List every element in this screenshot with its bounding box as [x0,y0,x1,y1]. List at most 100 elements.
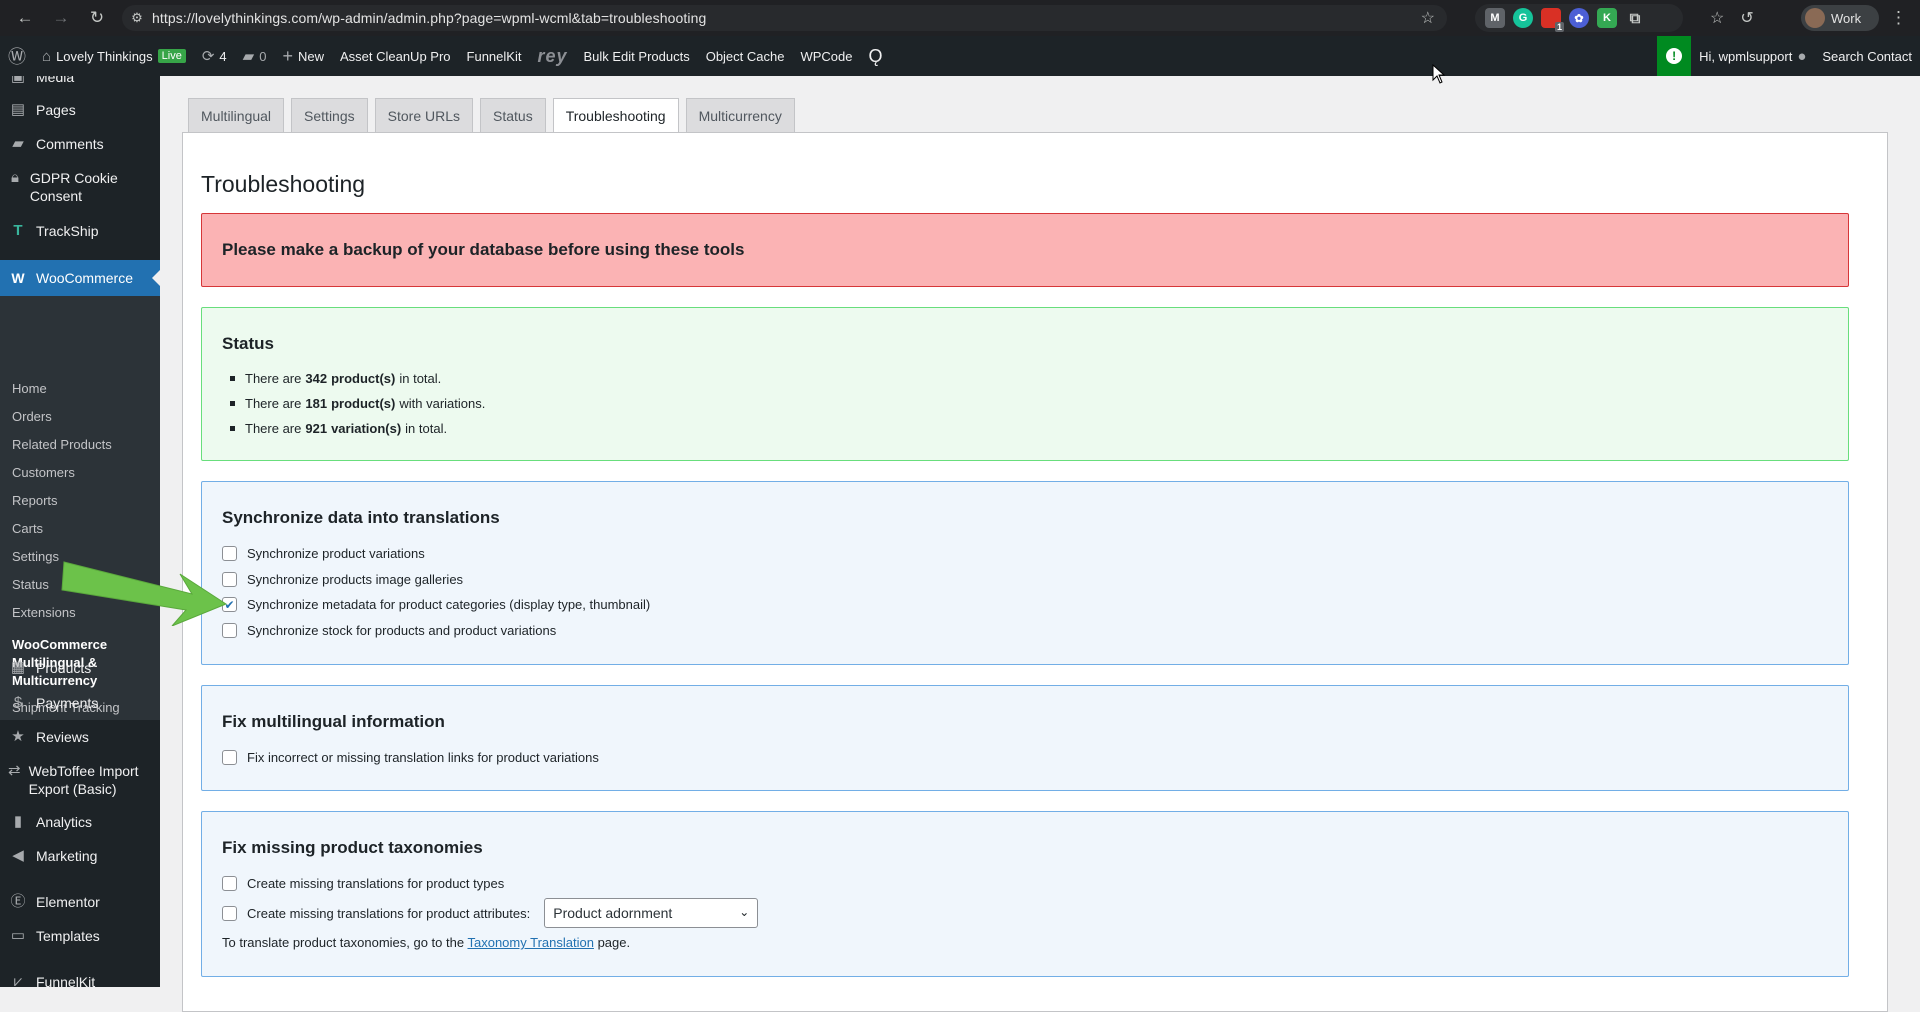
tab-status[interactable]: Status [480,98,546,132]
sidebar-item-elementor[interactable]: Ⓔ Elementor [0,893,160,911]
import-export-icon: ⇄ [8,762,21,779]
sync-variations-option[interactable]: Synchronize product variations [222,546,425,561]
analytics-icon: ▮ [13,813,23,830]
extension-badge: 1 [1554,22,1564,32]
product-attributes-checkbox[interactable] [222,905,237,921]
site-name-link[interactable]: ⌂ Lovely Thinkings Live [34,36,194,76]
browser-nav: ← → ↻ [0,8,108,28]
submenu-customers[interactable]: Customers [12,465,75,480]
bookmarks-icon[interactable]: ☆ [1710,8,1724,28]
status-text: with variations. [399,396,486,411]
product-types-checkbox[interactable] [222,876,237,891]
sidebar-item-comments[interactable]: ▰ Comments [0,135,160,153]
option-label: Create missing translations for product … [247,876,505,891]
sidebar-item-marketing[interactable]: ◀ Marketing [0,847,160,865]
url-text[interactable]: https://lovelythinkings.com/wp-admin/adm… [152,10,706,26]
bulk-edit-link[interactable]: Bulk Edit Products [575,36,697,76]
sidebar-item-pages[interactable]: ▤ Pages [0,101,160,119]
product-types-option[interactable]: Create missing translations for product … [222,876,504,891]
wp-logo[interactable]: Ⓦ [0,36,34,76]
attribute-select[interactable]: Product adornment ⌄ [544,898,759,928]
sidebar-item-payments[interactable]: $ Payments [0,694,160,712]
rey-link[interactable]: rey [529,36,575,76]
fix-links-option[interactable]: Fix incorrect or missing translation lin… [222,750,599,765]
submenu-carts[interactable]: Carts [12,521,43,536]
reload-icon[interactable]: ↻ [86,8,108,28]
query-monitor-icon: Ǫ [868,45,883,66]
trackship-icon: T [13,222,23,239]
submenu-orders[interactable]: Orders [12,409,52,424]
sidebar-item-products[interactable]: ▦ Products [0,659,160,677]
payments-icon: $ [13,694,23,711]
option-label: Synchronize metadata for product categor… [247,597,651,612]
m-extension-icon[interactable]: M [1485,8,1505,28]
tab-multilingual[interactable]: Multilingual [188,98,285,132]
k-extension-icon[interactable]: K [1597,8,1617,28]
sync-stock-option[interactable]: Synchronize stock for products and produ… [222,623,556,638]
red-extension-icon[interactable]: 1 [1541,8,1564,32]
submenu-status[interactable]: Status [12,577,49,592]
grammarly-icon[interactable]: G [1513,8,1533,28]
sidebar-item-templates[interactable]: ▭ Templates [0,927,160,945]
search-contact-link[interactable]: Search Contact [1814,36,1920,76]
asset-cleanup-link[interactable]: Asset CleanUp Pro [332,36,459,76]
submenu-related-products[interactable]: Related Products [12,437,112,452]
history-icon[interactable]: ↺ [1740,8,1753,28]
taxonomy-translation-link[interactable]: Taxonomy Translation [467,935,593,950]
tab-store-urls[interactable]: Store URLs [374,98,473,132]
search-contact-label: Search Contact [1822,48,1912,64]
tab-troubleshooting[interactable]: Troubleshooting [552,98,679,133]
option-label: Create missing translations for product … [247,905,531,921]
product-attributes-option[interactable]: Create missing translations for product … [222,898,759,928]
exclamation-icon: ! [1666,48,1683,64]
fix-links-checkbox[interactable] [222,750,237,765]
sidebar-item-reviews[interactable]: ★ Reviews [0,728,160,746]
new-content-link[interactable]: + New [274,36,332,76]
sidebar-item-webtoffee[interactable]: ⇄ WebToffee Import Export (Basic) [0,762,155,798]
profile-chip[interactable]: Work [1801,5,1879,31]
submenu-reports[interactable]: Reports [12,493,58,508]
tab-settings[interactable]: Settings [291,98,368,132]
site-info-icon[interactable]: ⚙ [122,10,152,26]
funnelkit-link[interactable]: FunnelKit [459,36,530,76]
purple-extension-icon[interactable]: ✿ [1569,8,1589,28]
sidebar-item-label: GDPR Cookie Consent [29,170,118,204]
sidebar-item-analytics[interactable]: ▮ Analytics [0,813,160,831]
funnelkit-label: FunnelKit [466,48,522,64]
status-unit: variation(s) [331,421,402,436]
wcml-tabs: Multilingual Settings Store URLs Status … [188,98,795,133]
sidebar-item-label: Elementor [36,894,100,910]
taxonomies-title: Fix missing product taxonomies [222,838,483,857]
sync-galleries-option[interactable]: Synchronize products image galleries [222,572,463,587]
sync-category-meta-option[interactable]: ✔ Synchronize metadata for product catego… [222,597,650,612]
sidebar-item-media[interactable]: ▣ Media [0,76,160,86]
status-count: 342 [305,371,328,386]
sync-title: Synchronize data into translations [222,508,500,527]
bookmark-star-icon[interactable]: ☆ [1421,8,1435,28]
live-badge: Live [157,49,186,63]
sidebar-item-label: WebToffee Import Export (Basic) [28,763,139,797]
query-monitor-link[interactable]: Ǫ [861,36,891,76]
submenu-home[interactable]: Home [12,381,47,396]
my-account-link[interactable]: Hi, wpmlsupport ● [1691,36,1814,76]
puzzle-icon[interactable]: ⧉ [1625,8,1645,28]
submenu-settings[interactable]: Settings [12,549,59,564]
asset-cleanup-label: Asset CleanUp Pro [339,48,451,64]
address-bar[interactable]: ⚙ https://lovelythinkings.com/wp-admin/a… [122,5,1447,31]
comments-count: 0 [259,48,267,64]
site-health-warning[interactable]: ! [1657,36,1692,76]
sidebar-item-woocommerce[interactable]: W WooCommerce [0,260,160,296]
back-icon[interactable]: ← [14,8,36,28]
tab-multicurrency[interactable]: Multicurrency [685,98,795,132]
wpcode-link[interactable]: WPCode [792,36,860,76]
updates-link[interactable]: ⟳ 4 [194,36,235,76]
sidebar-item-gdpr[interactable]: 🔒︎ GDPR Cookie Consent [0,169,130,205]
sidebar-item-funnelkit[interactable]: ⩗ FunnelKit [0,973,160,987]
updates-icon: ⟳ [201,48,215,65]
browser-menu-icon[interactable]: ⋮ [1890,8,1907,28]
comments-link[interactable]: ▰ 0 [235,36,275,76]
sidebar-item-trackship[interactable]: T TrackShip [0,222,160,240]
status-count: 181 [305,396,328,411]
forward-icon[interactable]: → [50,8,72,28]
object-cache-link[interactable]: Object Cache [698,36,793,76]
